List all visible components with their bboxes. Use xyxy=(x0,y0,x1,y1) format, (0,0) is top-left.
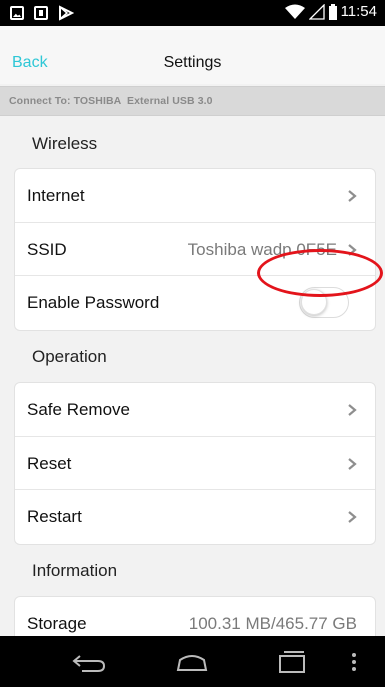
section-title-wireless: Wireless xyxy=(32,134,98,153)
connection-banner: Connect To: TOSHIBA External USB 3.0 xyxy=(0,86,385,116)
settings-row-safe-remove[interactable]: Safe Remove xyxy=(15,383,375,437)
settings-row-restart[interactable]: Restart xyxy=(15,490,375,544)
image-icon xyxy=(10,6,24,20)
signal-icon xyxy=(308,3,325,20)
header: Back Settings xyxy=(0,26,385,84)
row-label: Internet xyxy=(27,186,85,205)
wireless-group: Internet SSID Toshiba wadp 0F5E Enable P… xyxy=(14,168,376,331)
home-icon[interactable] xyxy=(172,648,212,676)
row-label: Safe Remove xyxy=(27,400,130,419)
overflow-menu-icon[interactable] xyxy=(344,648,364,676)
ssid-value: Toshiba wadp 0F5E xyxy=(187,239,337,259)
settings-screen: 11:54 Back Settings Connect To: TOSHIBA … xyxy=(0,0,385,687)
settings-row-enable-password: Enable Password xyxy=(15,276,375,330)
row-label: Restart xyxy=(27,507,82,526)
settings-row-ssid[interactable]: SSID Toshiba wadp 0F5E xyxy=(15,223,375,276)
chevron-right-icon xyxy=(348,457,357,470)
operation-group: Safe Remove Reset Restart xyxy=(14,382,376,545)
toggle-knob xyxy=(301,289,327,315)
row-label: Reset xyxy=(27,453,72,473)
navigation-bar xyxy=(0,636,385,687)
wifi-icon xyxy=(284,4,305,19)
settings-row-internet[interactable]: Internet xyxy=(15,169,375,223)
recents-icon[interactable] xyxy=(272,648,312,676)
play-store-icon xyxy=(59,5,74,21)
storage-value: 100.31 MB/465.77 GB xyxy=(188,614,357,633)
back-icon[interactable] xyxy=(70,648,110,676)
battery-icon xyxy=(328,3,337,20)
page-title: Settings xyxy=(163,54,222,71)
connection-text: Connect To: TOSHIBA External USB 3.0 xyxy=(9,95,213,107)
chevron-right-icon xyxy=(348,243,357,256)
section-title-operation: Operation xyxy=(32,347,107,366)
enable-password-toggle[interactable] xyxy=(299,287,349,318)
download-icon xyxy=(34,6,48,20)
settings-row-reset[interactable]: Reset xyxy=(15,437,375,490)
status-bar: 11:54 xyxy=(0,0,385,26)
row-label: Storage xyxy=(27,614,87,633)
chevron-right-icon xyxy=(348,190,357,202)
status-time: 11:54 xyxy=(340,3,377,20)
chevron-right-icon xyxy=(348,404,357,416)
row-label: Enable Password xyxy=(27,293,160,312)
row-label: SSID xyxy=(27,239,67,259)
section-title-information: Information xyxy=(32,561,118,580)
chevron-right-icon xyxy=(348,511,357,523)
